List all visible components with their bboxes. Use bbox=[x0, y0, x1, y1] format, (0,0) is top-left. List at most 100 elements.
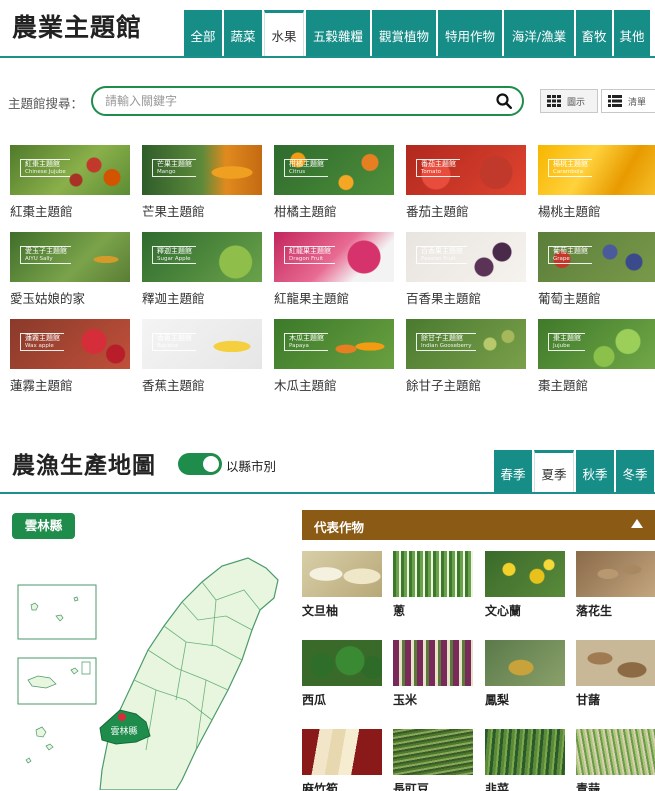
card-label: 釋迦主題館 bbox=[142, 291, 205, 306]
theme-card-carambola[interactable]: 楊桃主題館 Carambola 楊桃主題館 bbox=[538, 145, 655, 220]
thumb-tag: 番茄主題館 Tomato bbox=[416, 159, 460, 177]
card-label: 棗主題館 bbox=[538, 378, 589, 393]
thumb-tag: 楊桃主題館 Carambola bbox=[548, 159, 592, 177]
crop-item[interactable]: 蔥 bbox=[393, 551, 473, 619]
card-label: 楊桃主題館 bbox=[538, 204, 601, 219]
theme-card-sugar-apple[interactable]: 釋迦主題館 Sugar Apple 釋迦主題館 bbox=[142, 232, 262, 307]
crop-image bbox=[485, 729, 565, 775]
search-icon[interactable] bbox=[496, 93, 512, 109]
tab-special-crops[interactable]: 特用作物 bbox=[438, 10, 502, 57]
search-label: 主題館搜尋： bbox=[8, 96, 84, 111]
toggle-label: 以縣市別 bbox=[226, 459, 277, 474]
crop-name: 韭菜 bbox=[485, 782, 510, 791]
tab-ornamental[interactable]: 觀賞植物 bbox=[372, 10, 436, 57]
taiwan-map[interactable]: 雲林縣 bbox=[16, 550, 296, 790]
map-county-label: 雲林縣 bbox=[110, 725, 137, 737]
crop-item[interactable]: 文旦柚 bbox=[302, 551, 382, 619]
tab-fruits[interactable]: 水果 bbox=[264, 10, 304, 57]
crop-item[interactable]: 文心蘭 bbox=[485, 551, 565, 619]
theme-card-papaya[interactable]: 木瓜主題館 Papaya 木瓜主題館 bbox=[274, 319, 394, 394]
sugar-apple-image: 釋迦主題館 Sugar Apple bbox=[142, 232, 262, 282]
tab-fishery[interactable]: 海洋/漁業 bbox=[504, 10, 574, 57]
crop-image bbox=[393, 551, 473, 597]
theme-card-citrus[interactable]: 柑橘主題館 Citrus 柑橘主題館 bbox=[274, 145, 394, 220]
card-label: 百香果主題館 bbox=[406, 291, 482, 306]
crop-image bbox=[393, 640, 473, 686]
tab-other[interactable]: 其他 bbox=[614, 10, 650, 57]
page-title: 農業主題館 bbox=[12, 13, 143, 42]
card-label: 葡萄主題館 bbox=[538, 291, 601, 306]
tab-spring[interactable]: 春季 bbox=[494, 450, 532, 492]
thumb-tag: 蓮霧主題館 Wax apple bbox=[20, 333, 64, 351]
tab-winter[interactable]: 冬季 bbox=[616, 450, 654, 492]
section-divider bbox=[0, 56, 655, 58]
theme-card-wax-apple[interactable]: 蓮霧主題館 Wax apple 蓮霧主題館 bbox=[10, 319, 130, 394]
crop-item[interactable]: 玉米 bbox=[393, 640, 473, 708]
tab-vegetables[interactable]: 蔬菜 bbox=[224, 10, 262, 57]
crop-item[interactable]: 甘藷 bbox=[576, 640, 655, 708]
county-toggle[interactable] bbox=[178, 453, 222, 475]
crop-item[interactable]: 韭菜 bbox=[485, 729, 565, 791]
category-tabs: 全部 蔬菜 水果 五穀雜糧 觀賞植物 特用作物 海洋/漁業 畜牧 其他 bbox=[184, 10, 650, 57]
crop-item[interactable]: 長豇豆 bbox=[393, 729, 473, 791]
tab-autumn[interactable]: 秋季 bbox=[576, 450, 614, 492]
crop-image bbox=[485, 551, 565, 597]
card-label: 香蕉主題館 bbox=[142, 378, 205, 393]
crop-item[interactable]: 麻竹筍 bbox=[302, 729, 382, 791]
crop-image bbox=[393, 729, 473, 775]
tab-livestock[interactable]: 畜牧 bbox=[576, 10, 612, 57]
card-label: 芒果主題館 bbox=[142, 204, 205, 219]
theme-card-banana[interactable]: 香蕉主題館 Banana 香蕉主題館 bbox=[142, 319, 262, 394]
carambola-image: 楊桃主題館 Carambola bbox=[538, 145, 655, 195]
crop-image bbox=[302, 640, 382, 686]
map-title: 農漁生產地圖 bbox=[12, 453, 156, 479]
jujube-2-image: 棗主題館 Jujube bbox=[538, 319, 655, 369]
theme-card-passion-fruit[interactable]: 百香果主題館 Passion Fruit 百香果主題館 bbox=[406, 232, 526, 307]
crop-item[interactable]: 西瓜 bbox=[302, 640, 382, 708]
crop-image bbox=[302, 551, 382, 597]
crop-name: 玉米 bbox=[393, 693, 418, 707]
taiwan-island bbox=[99, 557, 279, 790]
toggle-knob bbox=[203, 456, 219, 472]
citrus-image: 柑橘主題館 Citrus bbox=[274, 145, 394, 195]
theme-card-mango[interactable]: 芒果主題館 Mango 芒果主題館 bbox=[142, 145, 262, 220]
card-label: 紅龍果主題館 bbox=[274, 291, 350, 306]
crops-header[interactable]: 代表作物 bbox=[302, 510, 655, 540]
grid-view-button[interactable]: 圖示 bbox=[540, 89, 598, 113]
banana-image: 香蕉主題館 Banana bbox=[142, 319, 262, 369]
list-view-button[interactable]: 清單 bbox=[601, 89, 655, 113]
thumb-tag: 紅棗主題館 Chinese Jujube bbox=[20, 159, 70, 177]
card-label: 柑橘主題館 bbox=[274, 204, 337, 219]
wax-apple-image: 蓮霧主題館 Wax apple bbox=[10, 319, 130, 369]
tab-grains[interactable]: 五穀雜糧 bbox=[306, 10, 370, 57]
grape-image: 葡萄主題館 Grape bbox=[538, 232, 655, 282]
crop-name: 青蒜 bbox=[576, 782, 601, 791]
theme-card-dragon-fruit[interactable]: 紅龍果主題館 Dragon Fruit 紅龍果主題館 bbox=[274, 232, 394, 307]
theme-card-gooseberry[interactable]: 餘甘子主題館 Indian Gooseberry 餘甘子主題館 bbox=[406, 319, 526, 394]
papaya-image: 木瓜主題館 Papaya bbox=[274, 319, 394, 369]
crop-name: 長豇豆 bbox=[393, 782, 430, 791]
tab-summer[interactable]: 夏季 bbox=[534, 450, 574, 492]
aiyu-image: 愛玉子主題館 AIYU Sally bbox=[10, 232, 130, 282]
location-marker-icon bbox=[118, 713, 126, 721]
search-input[interactable] bbox=[105, 92, 485, 110]
thumb-tag: 芒果主題館 Mango bbox=[152, 159, 196, 177]
tab-all[interactable]: 全部 bbox=[184, 10, 222, 57]
crop-item[interactable]: 鳳梨 bbox=[485, 640, 565, 708]
theme-card-aiyu[interactable]: 愛玉子主題館 AIYU Sally 愛玉姑娘的家 bbox=[10, 232, 130, 307]
list-view-label: 清單 bbox=[628, 97, 647, 108]
card-label: 愛玉姑娘的家 bbox=[10, 291, 86, 306]
grid-icon bbox=[547, 95, 561, 107]
jujube-image: 紅棗主題館 Chinese Jujube bbox=[10, 145, 130, 195]
crop-name: 落花生 bbox=[576, 604, 613, 618]
theme-card-jujube[interactable]: 紅棗主題館 Chinese Jujube 紅棗主題館 bbox=[10, 145, 130, 220]
crop-item[interactable]: 青蒜 bbox=[576, 729, 655, 791]
collapse-arrow-icon[interactable] bbox=[631, 519, 643, 528]
theme-card-tomato[interactable]: 番茄主題館 Tomato 番茄主題館 bbox=[406, 145, 526, 220]
crop-image bbox=[576, 551, 655, 597]
theme-card-grape[interactable]: 葡萄主題館 Grape 葡萄主題館 bbox=[538, 232, 655, 307]
mango-image: 芒果主題館 Mango bbox=[142, 145, 262, 195]
crop-item[interactable]: 落花生 bbox=[576, 551, 655, 619]
thumb-tag: 紅龍果主題館 Dragon Fruit bbox=[284, 246, 335, 264]
theme-card-jujube-2[interactable]: 棗主題館 Jujube 棗主題館 bbox=[538, 319, 655, 394]
